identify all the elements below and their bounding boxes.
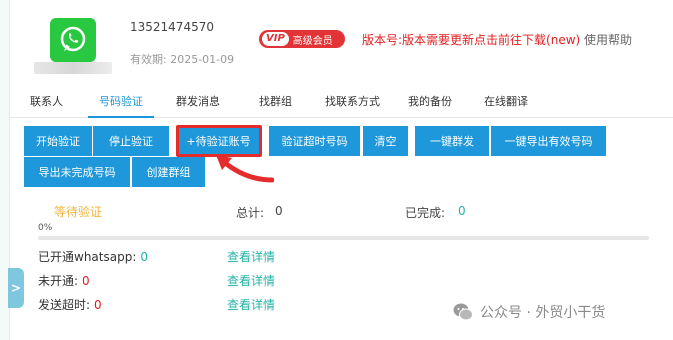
result-row-not-opened: 未开通: 0 — [38, 272, 90, 289]
expiry-date: 有效期: 2025-01-09 — [130, 53, 235, 66]
sidebar-expand-icon[interactable]: > — [8, 268, 24, 308]
tab-online-translate[interactable]: 在线翻译 — [484, 88, 528, 118]
vip-tag: VIP — [262, 32, 289, 46]
one-click-broadcast-button[interactable]: 一键群发 — [415, 126, 490, 156]
blurred-username — [34, 62, 112, 74]
tab-find-groups[interactable]: 找群组 — [259, 88, 292, 118]
tab-contacts[interactable]: 联系人 — [30, 88, 63, 118]
clear-button[interactable]: 清空 — [363, 126, 409, 156]
view-details-opened-link[interactable]: 查看详情 — [227, 248, 275, 265]
result-value: 0 — [82, 274, 90, 288]
tab-mass-message[interactable]: 群发消息 — [176, 88, 220, 118]
result-row-opened: 已开通whatsapp: 0 — [38, 248, 148, 265]
watermark: 公众号 · 外贸小干货 — [452, 300, 605, 324]
help-link[interactable]: 使用帮助 — [584, 31, 632, 48]
view-details-timeout-link[interactable]: 查看详情 — [227, 296, 275, 313]
progress-percent: 0% — [38, 223, 53, 233]
wechat-icon — [453, 303, 473, 321]
total-value: 0 — [275, 204, 283, 218]
done-value: 0 — [458, 204, 466, 218]
result-value: 0 — [140, 250, 149, 264]
main-tabs: 联系人 号码验证 群发消息 找群组 找联系方式 我的备份 在线翻译 — [10, 88, 673, 118]
red-arrow-annotation — [216, 155, 274, 183]
export-incomplete-numbers-button[interactable]: 导出未完成号码 — [24, 157, 131, 187]
done-label: 已完成: — [405, 206, 446, 220]
result-label: 发送超时: — [38, 298, 91, 312]
result-row-timeout: 发送超时: 0 — [38, 296, 102, 313]
tab-my-backup[interactable]: 我的备份 — [408, 88, 452, 118]
whatsapp-logo-icon — [50, 18, 96, 62]
progress-bar — [38, 236, 649, 240]
result-value: 0 — [94, 298, 102, 312]
vip-badge: VIP 高级会员 — [259, 30, 345, 48]
verify-timeout-numbers-button[interactable]: 验证超时号码 — [269, 126, 361, 156]
create-group-button[interactable]: 创建群组 — [132, 157, 206, 187]
view-details-not-opened-link[interactable]: 查看详情 — [227, 272, 275, 289]
verify-stats: 等待验证 总计: 0 已完成: 0 — [30, 200, 650, 220]
header: 13521474570 有效期: 2025-01-09 VIP 高级会员 版本号… — [10, 0, 673, 84]
result-label: 未开通: — [38, 274, 79, 288]
vip-label: 高级会员 — [292, 35, 333, 47]
account-phone: 13521474570 — [130, 20, 214, 34]
start-verify-button[interactable]: 开始验证 — [24, 126, 93, 156]
version-update-link[interactable]: 版本号:版本需要更新点击前往下载(new) — [362, 31, 580, 48]
tab-find-contacts[interactable]: 找联系方式 — [325, 88, 380, 118]
watermark-text: 公众号 · 外贸小干货 — [480, 305, 606, 321]
status-pending: 等待验证 — [54, 205, 103, 219]
tab-number-verify[interactable]: 号码验证 — [88, 88, 154, 118]
stop-verify-button[interactable]: 停止验证 — [93, 126, 170, 156]
result-label: 已开通whatsapp: — [38, 250, 137, 264]
export-valid-numbers-button[interactable]: 一键导出有效号码 — [491, 126, 607, 156]
total-label: 总计: — [236, 206, 265, 220]
